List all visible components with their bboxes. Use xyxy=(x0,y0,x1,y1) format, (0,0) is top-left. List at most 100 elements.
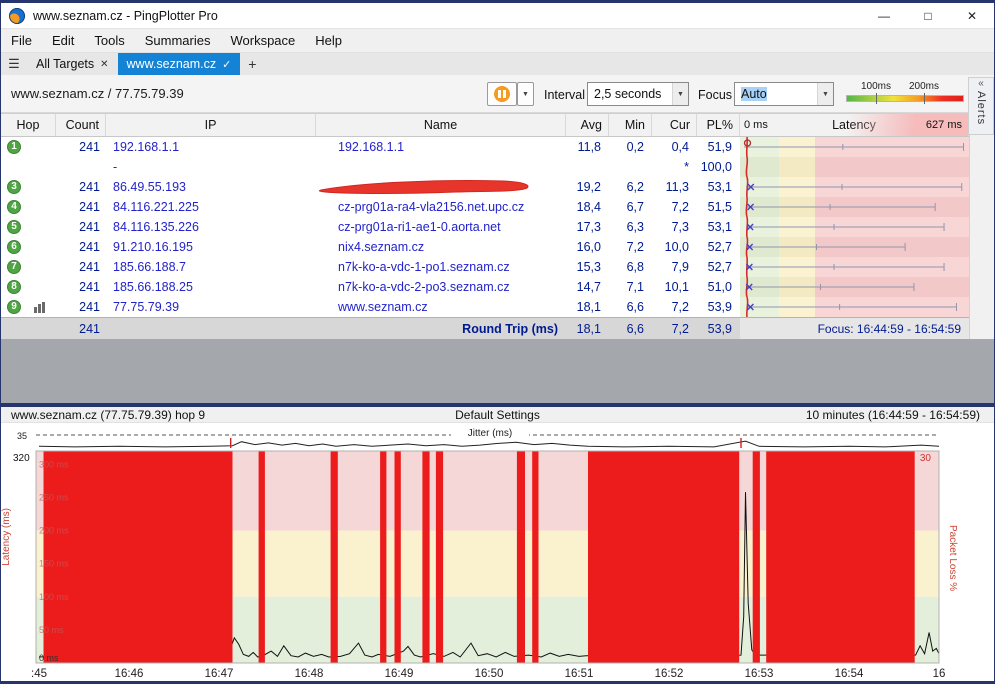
menu-workspace[interactable]: Workspace xyxy=(220,29,305,53)
interval-value: 2,5 seconds xyxy=(588,87,672,101)
table-row[interactable]: 7241185.66.188.7n7k-ko-a-vdc-1-po1.sezna… xyxy=(1,257,969,277)
row-latency-graph xyxy=(740,157,969,177)
cell-avg: 19,2 xyxy=(566,180,609,194)
graph-indicator-icon xyxy=(34,301,46,313)
table-row[interactable]: -*100,0 xyxy=(1,157,969,177)
hop-cell xyxy=(1,157,56,177)
cell-name: n7k-ko-a-vdc-1-po1.seznam.cz xyxy=(316,257,566,277)
table-row[interactable]: 324186.49.55.19319,26,211,353,1 xyxy=(1,177,969,197)
table-row[interactable]: 624191.210.16.195nix4.seznam.cz16,07,210… xyxy=(1,237,969,257)
maximize-button[interactable]: □ xyxy=(906,3,950,29)
cell-latency xyxy=(740,157,969,177)
table-row[interactable]: 524184.116.135.226cz-prg01a-ri1-ae1-0.ao… xyxy=(1,217,969,237)
focus-select[interactable]: Auto ▼ xyxy=(734,82,834,106)
svg-text:30: 30 xyxy=(920,453,932,464)
col-header-cur[interactable]: Cur xyxy=(652,114,697,136)
alerts-panel-tab[interactable]: « Alerts xyxy=(968,77,994,135)
collapse-chevrons-icon[interactable]: « xyxy=(978,78,984,90)
menu-summaries[interactable]: Summaries xyxy=(135,29,221,53)
row-latency-graph xyxy=(740,297,969,317)
menu-file[interactable]: File xyxy=(1,29,42,53)
summary-min: 6,6 xyxy=(609,322,652,336)
cell-pl: 51,9 xyxy=(697,140,740,154)
interval-select[interactable]: 2,5 seconds ▼ xyxy=(587,82,689,106)
x-tick-label: 16:52 xyxy=(649,668,689,680)
cell-avg: 18,1 xyxy=(566,300,609,314)
tab-all-targets[interactable]: All Targets ✕ xyxy=(27,53,118,75)
chevron-down-icon: ▼ xyxy=(817,83,833,105)
new-tab-button[interactable]: + xyxy=(240,53,264,75)
table-row[interactable]: 1241192.168.1.1192.168.1.111,80,20,451,9 xyxy=(1,137,969,157)
col-header-name[interactable]: Name xyxy=(316,114,566,136)
summary-focus-range[interactable]: Focus: 16:44:59 - 16:54:59 xyxy=(740,318,969,340)
minimize-button[interactable]: — xyxy=(862,3,906,29)
close-button[interactable]: ✕ xyxy=(950,3,994,29)
focus-range-text: Focus: 16:44:59 - 16:54:59 xyxy=(818,322,961,336)
titlebar: www.seznam.cz - PingPlotter Pro — □ ✕ xyxy=(1,3,994,29)
table-row[interactable]: 424184.116.221.225cz-prg01a-ra4-vla2156.… xyxy=(1,197,969,217)
hop-number-badge: 7 xyxy=(7,260,21,274)
svg-text:320: 320 xyxy=(13,453,30,464)
x-tick-label: 16 xyxy=(919,668,959,680)
cell-count: 241 xyxy=(56,280,106,294)
app-logo-icon xyxy=(9,8,25,24)
table-row[interactable]: 8241185.66.188.25n7k-ko-a-vdc-2-po3.sezn… xyxy=(1,277,969,297)
svg-text:250 ms: 250 ms xyxy=(39,492,69,502)
pause-button[interactable] xyxy=(487,82,517,106)
cell-name: www.seznam.cz xyxy=(316,297,566,317)
cell-pl: 52,7 xyxy=(697,260,740,274)
hop-number-badge: 1 xyxy=(7,140,21,154)
latency-timeline-chart[interactable]: 300 ms250 ms200 ms150 ms100 ms50 ms0 ms3… xyxy=(1,449,995,665)
interval-label: Interval xyxy=(544,88,585,102)
focus-value: Auto xyxy=(741,87,767,101)
cell-ip: 86.49.55.193 xyxy=(106,180,316,194)
cell-pl: 51,0 xyxy=(697,280,740,294)
cell-latency xyxy=(740,277,969,297)
cell-cur: 0,4 xyxy=(652,140,697,154)
cell-latency xyxy=(740,217,969,237)
x-tick-label: 16:48 xyxy=(289,668,329,680)
tab-check-icon: ✓ xyxy=(222,58,231,71)
hop-number-badge: 4 xyxy=(7,200,21,214)
redaction-scribble xyxy=(318,178,536,196)
cell-latency xyxy=(740,297,969,317)
hop-cell: 5 xyxy=(1,217,56,237)
hop-number-badge: 3 xyxy=(7,180,21,194)
right-gutter xyxy=(969,113,995,339)
cell-name xyxy=(316,157,566,177)
svg-text:Jitter (ms): Jitter (ms) xyxy=(468,428,512,439)
tab-close-icon[interactable]: ✕ xyxy=(100,59,108,70)
menu-help[interactable]: Help xyxy=(305,29,352,53)
hop-number-badge: 5 xyxy=(7,220,21,234)
hop-number-badge: 6 xyxy=(7,240,21,254)
col-header-min[interactable]: Min xyxy=(609,114,652,136)
col-header-latency[interactable]: 0 ms Latency 627 ms xyxy=(740,114,969,136)
col-header-hop[interactable]: Hop xyxy=(1,114,56,136)
menu-tools[interactable]: Tools xyxy=(84,29,134,53)
col-header-pl[interactable]: PL% xyxy=(697,114,740,136)
tab-active-label: www.seznam.cz xyxy=(127,57,217,71)
pause-dropdown-button[interactable]: ▼ xyxy=(517,82,534,106)
hamburger-menu-icon[interactable]: ☰ xyxy=(1,53,27,75)
cell-ip: - xyxy=(106,160,316,174)
tab-all-targets-label: All Targets xyxy=(36,57,94,71)
row-latency-graph xyxy=(740,217,969,237)
svg-text:300 ms: 300 ms xyxy=(39,459,69,469)
cell-count: 241 xyxy=(56,180,106,194)
col-header-count[interactable]: Count xyxy=(56,114,106,136)
cell-pl: 52,7 xyxy=(697,240,740,254)
menu-edit[interactable]: Edit xyxy=(42,29,84,53)
tab-www-seznam-cz[interactable]: www.seznam.cz ✓ xyxy=(118,53,241,75)
cell-count: 241 xyxy=(56,220,106,234)
hop-number-badge: 8 xyxy=(7,280,21,294)
svg-text:50 ms: 50 ms xyxy=(39,625,64,635)
summary-hop-cell xyxy=(1,319,56,339)
cell-ip: 91.210.16.195 xyxy=(106,240,316,254)
latency-gradient-bar xyxy=(846,95,964,102)
window-controls: — □ ✕ xyxy=(862,3,994,29)
col-header-ip[interactable]: IP xyxy=(106,114,316,136)
svg-text:200 ms: 200 ms xyxy=(39,526,69,536)
row-latency-graph xyxy=(740,277,969,297)
col-header-avg[interactable]: Avg xyxy=(566,114,609,136)
table-row[interactable]: 924177.75.79.39www.seznam.cz18,16,67,253… xyxy=(1,297,969,317)
